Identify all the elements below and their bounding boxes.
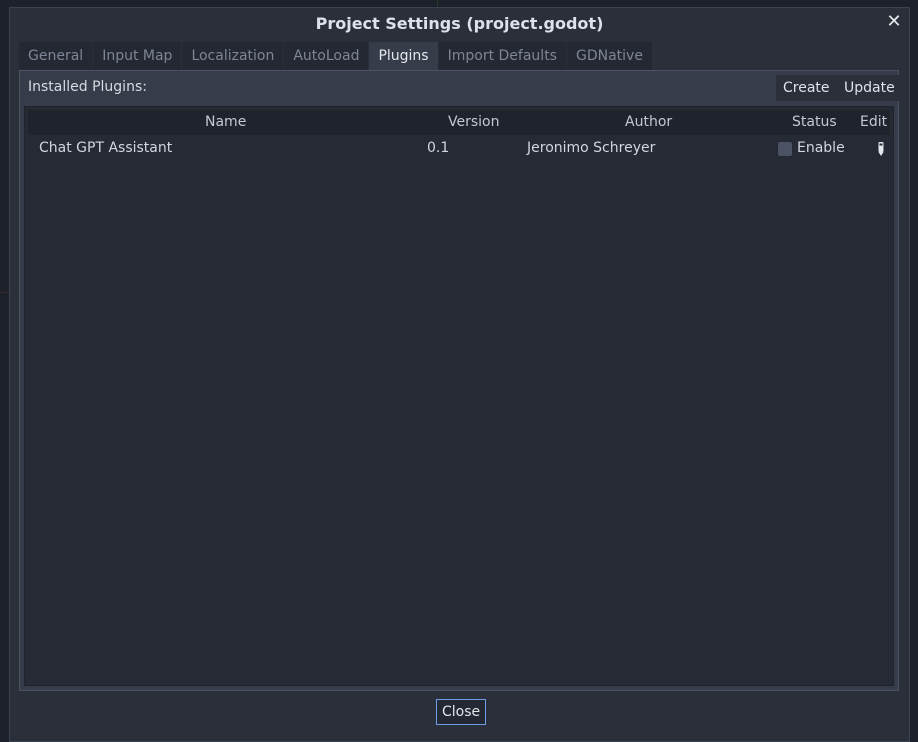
plugins-tree[interactable]: Name Version Author Status Edit Chat GPT…: [24, 106, 894, 686]
tab-import-defaults[interactable]: Import Defaults: [438, 42, 567, 70]
enable-label[interactable]: Enable: [797, 140, 845, 156]
column-header-edit[interactable]: Edit: [860, 114, 887, 130]
project-settings-dialog: Project Settings (project.godot) ✕ Gener…: [9, 7, 910, 742]
tab-general[interactable]: General: [19, 42, 94, 70]
tab-gdnative[interactable]: GDNative: [566, 42, 653, 70]
close-button[interactable]: Close: [436, 699, 487, 725]
tab-label: Input Map: [102, 48, 173, 64]
plugins-panel: Installed Plugins: Create Update Name Ve…: [19, 70, 902, 691]
settings-tabs: General Input Map Localization AutoLoad …: [19, 42, 653, 70]
column-header-version[interactable]: Version: [448, 114, 499, 130]
plugins-table-header: Name Version Author Status Edit: [28, 110, 890, 135]
enable-checkbox[interactable]: [778, 142, 792, 156]
installed-plugins-label: Installed Plugins:: [28, 79, 147, 95]
tab-plugins[interactable]: Plugins: [369, 42, 439, 70]
editor-background: Project Settings (project.godot) ✕ Gener…: [0, 0, 918, 742]
plugin-version: 0.1: [427, 140, 450, 156]
dialog-title: Project Settings (project.godot): [315, 13, 604, 33]
tab-label: Import Defaults: [447, 48, 557, 64]
tab-label: AutoLoad: [293, 48, 360, 64]
plugins-header: Installed Plugins: Create Update: [20, 71, 902, 104]
plugin-author: Jeronimo Schreyer: [527, 140, 656, 156]
tab-label: Plugins: [378, 48, 429, 64]
table-row[interactable]: Chat GPT Assistant 0.1 Jeronimo Schreyer…: [28, 137, 890, 161]
tab-label: General: [28, 48, 84, 64]
update-button[interactable]: Update: [837, 75, 902, 101]
tab-input-map[interactable]: Input Map: [93, 42, 183, 70]
close-icon[interactable]: ✕: [884, 12, 904, 32]
column-header-author[interactable]: Author: [625, 114, 672, 130]
create-button[interactable]: Create: [776, 75, 837, 101]
tab-label: GDNative: [575, 48, 643, 64]
plugin-name: Chat GPT Assistant: [39, 140, 173, 156]
tab-autoload[interactable]: AutoLoad: [284, 42, 370, 70]
column-header-status[interactable]: Status: [792, 114, 837, 130]
tab-label: Localization: [191, 48, 275, 64]
tab-localization[interactable]: Localization: [182, 42, 285, 70]
edit-icon[interactable]: [876, 141, 886, 157]
dialog-titlebar: Project Settings (project.godot) ✕: [10, 8, 909, 38]
column-header-name[interactable]: Name: [205, 114, 246, 130]
editor-grid-line: [0, 292, 9, 293]
